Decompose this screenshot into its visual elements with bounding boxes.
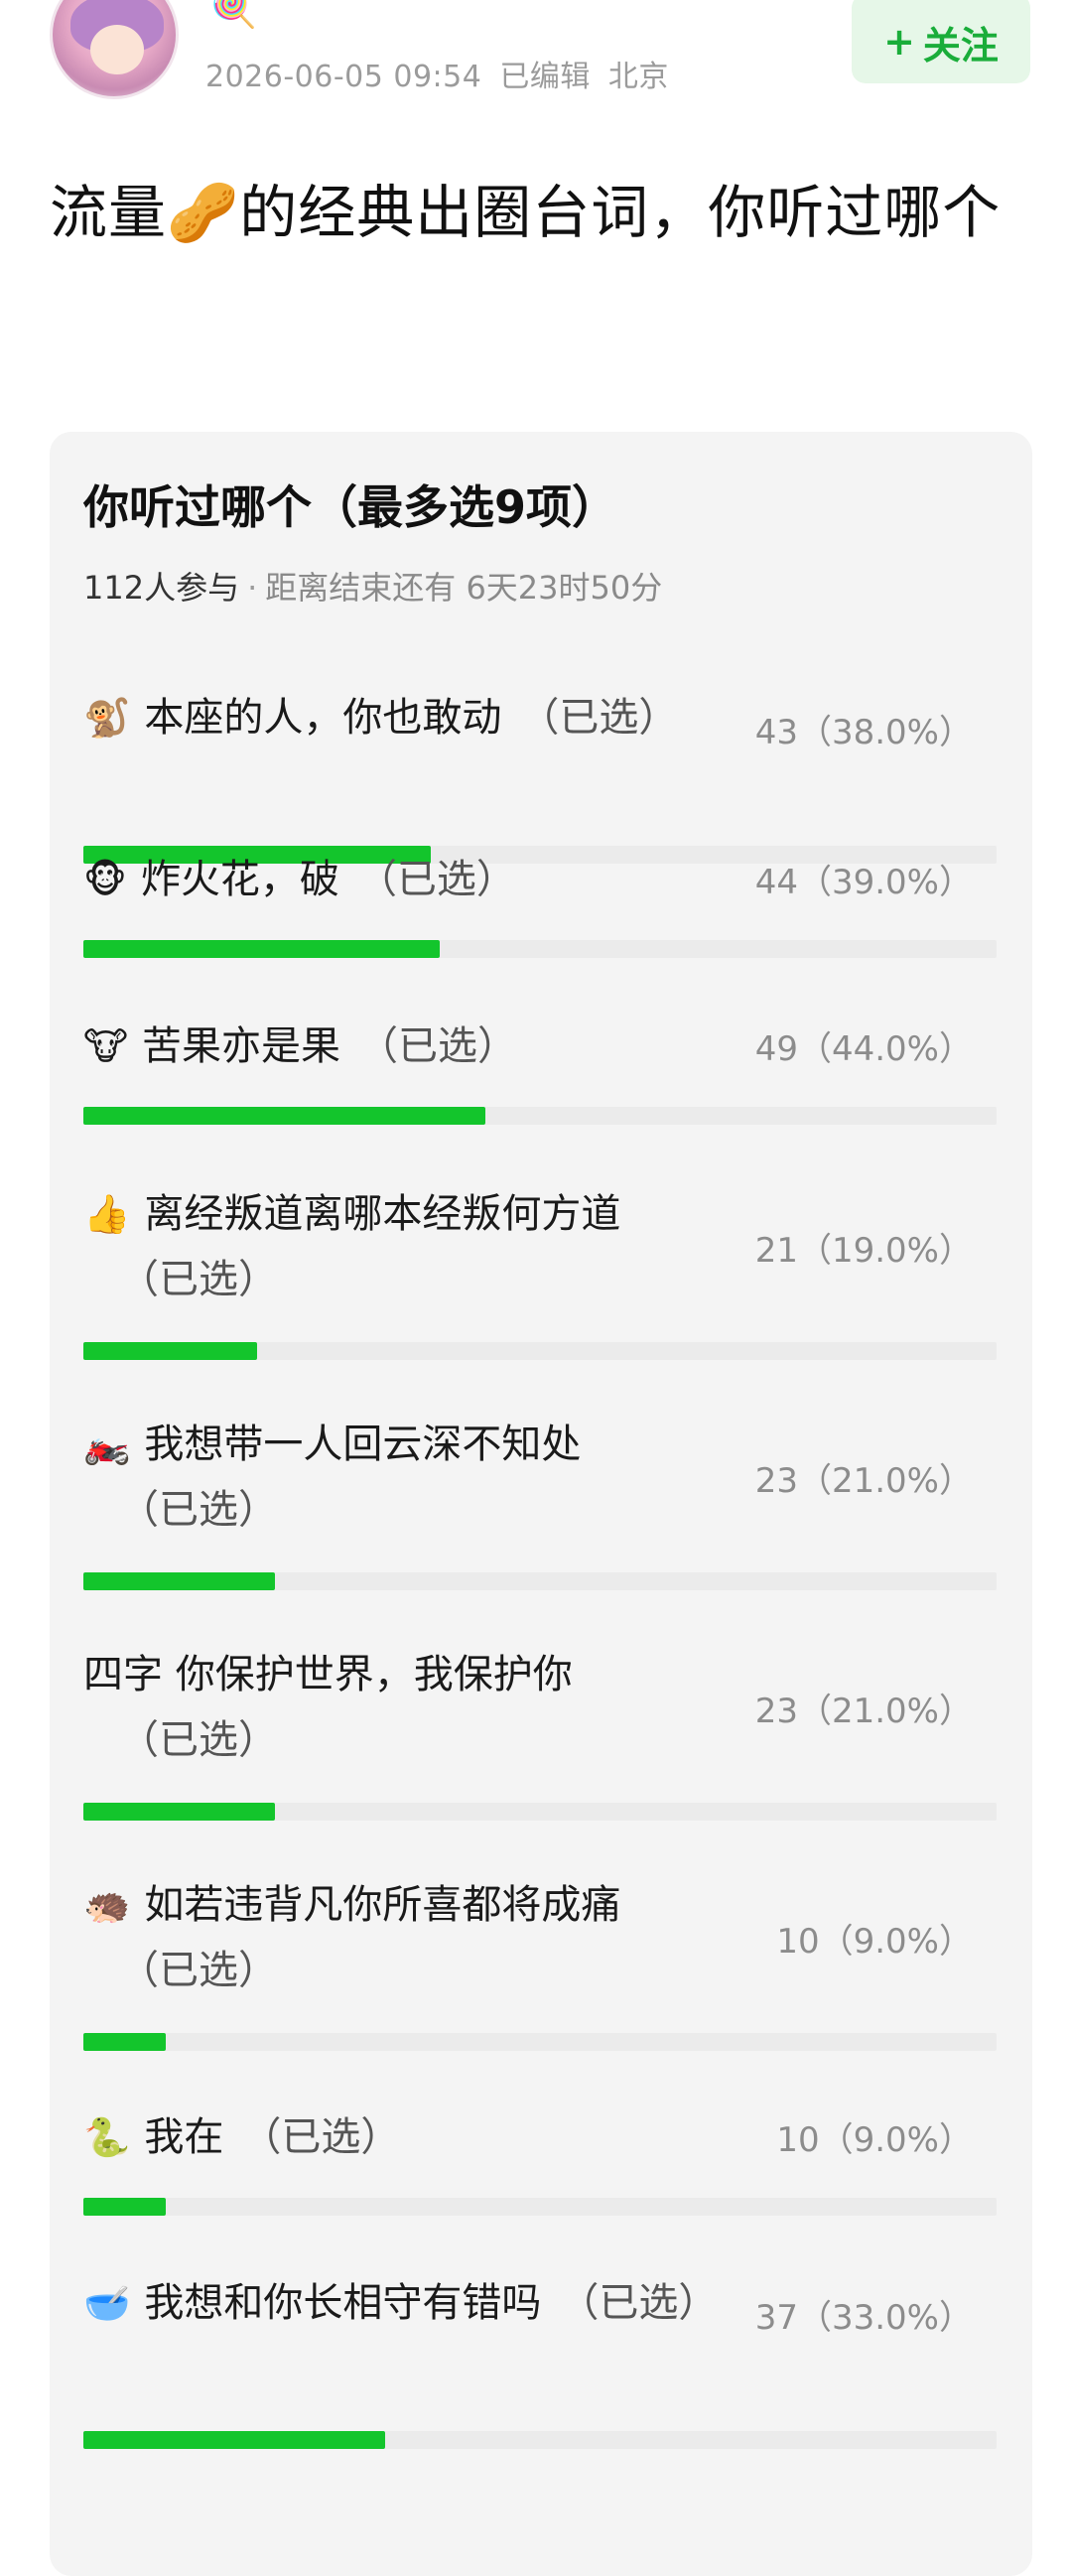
poll-option-label: 苦果亦是果	[141, 1023, 340, 1069]
poll-option-label: 本座的人，你也敢动	[144, 695, 502, 741]
poll-option-text: 🥣 我想和你长相守有错吗 （已选）	[83, 2270, 758, 2336]
monkey-icon: 🐒	[83, 696, 131, 740]
edited-label: 已编辑	[499, 60, 591, 94]
progress-track	[83, 1342, 997, 1360]
follow-button[interactable]: + 关注	[852, 0, 1030, 83]
poll-option-stat: 37（33.0%）	[755, 2290, 973, 2339]
progress-fill	[83, 1572, 276, 1590]
hedgehog-icon: 🦔	[83, 1883, 131, 1927]
progress-fill	[83, 940, 440, 958]
poll-option-stat: 10（9.0%）	[776, 2112, 973, 2161]
poll-option-text: 🐍 我在 （已选）	[83, 2104, 758, 2170]
progress-track	[83, 2431, 997, 2449]
vote-count: 10	[776, 1922, 820, 1962]
post-title-part1: 流量	[50, 179, 168, 246]
poll-option-text: 🦔 如若违背凡你所喜都将成痛 （已选）	[83, 1872, 798, 2003]
selected-tag: （已选）	[519, 695, 679, 741]
snake-icon: 🐍	[83, 2115, 131, 2159]
post-title-part2: 的经典出圈台词，你听过哪个	[239, 179, 1002, 246]
poll-title: 你听过哪个（最多选9项）	[83, 480, 618, 534]
selected-tag: （已选）	[356, 857, 516, 902]
selected-tag: （已选）	[357, 1023, 517, 1069]
location-label: 北京	[607, 60, 669, 94]
vote-count: 44	[754, 863, 798, 902]
vote-percent: （38.0%）	[797, 713, 973, 752]
selected-tag: （已选）	[559, 2280, 719, 2326]
vote-percent: （21.0%）	[797, 1461, 973, 1501]
thumbs-up-icon: 👍	[83, 1192, 131, 1236]
progress-track	[83, 2198, 997, 2216]
progress-fill	[83, 2431, 385, 2449]
poll-option-stat: 21（19.0%）	[755, 1223, 973, 1272]
post-title: 流量🥜的经典出圈台词，你听过哪个	[50, 167, 1022, 258]
progress-track	[83, 1803, 997, 1821]
poll-option-label: 如若违背凡你所喜都将成痛	[144, 1882, 621, 1928]
selected-tag: （已选）	[119, 1487, 278, 1533]
vote-count: 21	[754, 1231, 798, 1271]
progress-fill	[83, 1107, 485, 1125]
poll-option-stat: 49（44.0%）	[755, 1021, 973, 1070]
lollipop-badge-icon: 🍭	[210, 0, 258, 30]
vote-count: 23	[754, 1692, 798, 1731]
progress-fill	[83, 2033, 166, 2051]
vote-percent: （33.0%）	[797, 2298, 973, 2338]
poll-option-text: 🐵 炸火花，破 （已选）	[83, 847, 758, 912]
poll-option-text: 🏍️ 我想带一人回云深不知处 （已选）	[83, 1412, 758, 1543]
selected-tag: （已选）	[119, 1257, 278, 1302]
follow-label: 关注	[922, 23, 999, 68]
progress-track	[83, 940, 997, 958]
poll-option-stat: 44（39.0%）	[755, 855, 973, 903]
selected-tag: （已选）	[119, 1717, 278, 1763]
vote-percent: （39.0%）	[797, 863, 973, 902]
selected-tag: （已选）	[241, 2114, 401, 2160]
poll-option-stat: 10（9.0%）	[776, 1914, 973, 1963]
motorcycle-icon: 🏍️	[83, 1423, 131, 1466]
progress-track	[83, 1107, 997, 1125]
progress-track	[83, 1572, 997, 1590]
vote-percent: （21.0%）	[797, 1692, 973, 1731]
progress-track	[83, 2033, 997, 2051]
vote-percent: （9.0%）	[819, 1922, 973, 1962]
post-meta: 2026-06-05 09:54 已编辑 北京	[205, 52, 687, 95]
progress-fill	[83, 1342, 257, 1360]
poll-participants: 112人参与	[83, 569, 240, 607]
poll-option-label: 离经叛道离哪本经叛何方道	[144, 1191, 621, 1237]
peanut-icon: 🥜	[167, 179, 240, 246]
vote-count: 10	[776, 2120, 820, 2160]
vote-percent: （19.0%）	[797, 1231, 973, 1271]
poll-card: 你听过哪个（最多选9项） 112人参与 · 距离结束还有 6天23时50分 🐒 本座的…	[50, 432, 1032, 2576]
selected-tag: （已选）	[119, 1948, 278, 1993]
poll-subtitle: 112人参与 · 距离结束还有 6天23时50分	[83, 563, 662, 609]
vote-count: 49	[754, 1029, 798, 1069]
bowl-icon: 🥣	[83, 2281, 131, 2325]
vote-count: 23	[754, 1461, 798, 1501]
vote-count: 43	[754, 713, 798, 752]
progress-fill	[83, 1803, 276, 1821]
separator-dot: ·	[247, 569, 258, 607]
post-header: 🍭 2026-06-05 09:54 已编辑 北京 + 关注	[0, 0, 1071, 119]
poll-countdown: 距离结束还有 6天23时50分	[265, 569, 663, 607]
poll-option-text: 👍 离经叛道离哪本经叛何方道 （已选）	[83, 1181, 798, 1312]
monkey-face-icon: 🐵	[83, 858, 127, 901]
avatar-face	[90, 25, 144, 74]
avatar[interactable]	[50, 0, 179, 99]
vote-count: 37	[754, 2298, 798, 2338]
poll-option-text: 🐒 本座的人，你也敢动 （已选）	[83, 685, 758, 750]
vote-percent: （9.0%）	[819, 2120, 973, 2160]
poll-option-text: 🐮 苦果亦是果 （已选）	[83, 1014, 758, 1079]
poll-option-label: 我想带一人回云深不知处	[144, 1422, 582, 1467]
poll-option-stat: 23（21.0%）	[755, 1684, 973, 1732]
poll-option-label: 我想和你长相守有错吗	[144, 2280, 542, 2326]
vote-percent: （44.0%）	[797, 1029, 973, 1069]
poll-option-stat: 23（21.0%）	[755, 1453, 973, 1502]
plus-icon: +	[883, 20, 915, 64]
poll-option-stat: 43（38.0%）	[755, 705, 973, 753]
poll-option-label: 四字 你保护世界，我保护你	[83, 1652, 573, 1697]
cow-icon: 🐮	[83, 1024, 128, 1068]
poll-option-label: 炸火花，破	[140, 857, 339, 902]
poll-option-text: 四字 你保护世界，我保护你 （已选）	[83, 1642, 758, 1773]
progress-fill	[83, 2198, 166, 2216]
post-timestamp: 2026-06-05 09:54	[205, 60, 482, 94]
poll-option-label: 我在	[144, 2114, 224, 2160]
